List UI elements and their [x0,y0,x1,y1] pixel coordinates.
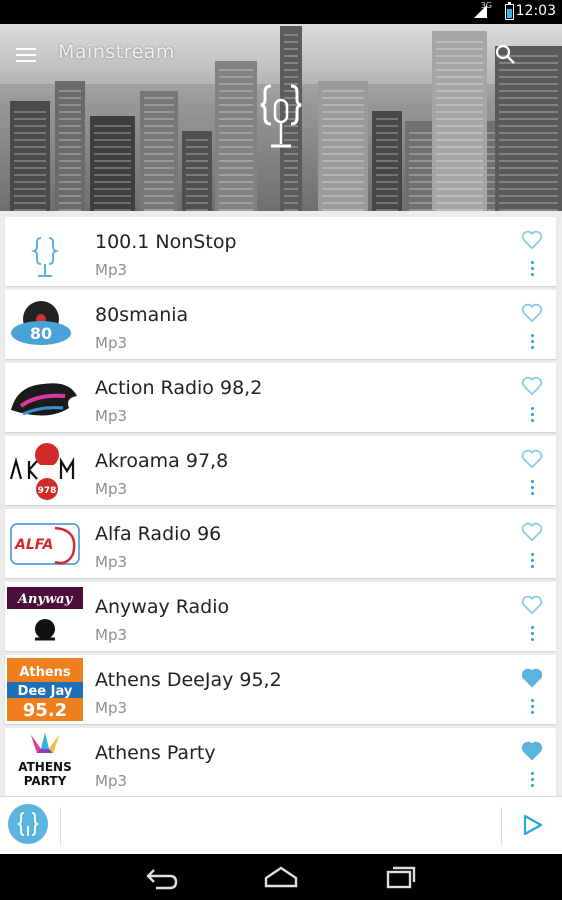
play-icon[interactable] [520,813,544,837]
station-list: 100.1 NonStop Mp3 80 80smania Mp3 Action… [0,211,562,796]
heart-outline-icon[interactable] [521,522,543,542]
page-title: Mainstream [58,41,175,63]
overflow-dots-icon[interactable] [524,553,540,573]
svg-text:80: 80 [30,324,52,343]
back-icon[interactable] [144,864,178,890]
station-row[interactable]: 80 80smania Mp3 [5,290,556,359]
heart-outline-icon[interactable] [521,449,543,469]
station-logo-akroama: 978 [7,439,83,502]
overflow-dots-icon[interactable] [524,261,540,281]
station-logo-text: ALFA [14,537,53,553]
station-logo-line-2: PARTY [24,774,67,788]
overflow-dots-icon[interactable] [524,480,540,500]
station-logo-line-3: 95.2 [23,700,67,721]
heart-filled-icon[interactable] [521,741,543,761]
station-row[interactable]: Anyway Anyway Radio Mp3 [5,582,556,651]
station-row[interactable]: 100.1 NonStop Mp3 [5,217,556,286]
home-icon[interactable] [264,864,298,890]
overflow-dots-icon[interactable] [524,772,540,792]
station-name: Alfa Radio 96 [95,523,222,545]
station-row[interactable]: 978 Akroama 97,8 Mp3 [5,436,556,505]
station-name: Athens DeeJay 95,2 [95,669,282,691]
station-row[interactable]: Athens Dee Jay 95.2 Athens DeeJay 95,2 M… [5,655,556,724]
station-logo-action-radio [7,366,83,429]
status-bar: 3G 12:03 [0,0,562,24]
overflow-dots-icon[interactable] [524,407,540,427]
menu-icon[interactable] [16,48,36,62]
station-logo-line-1: Athens [19,665,71,680]
search-icon[interactable] [494,43,516,65]
clock: 12:03 [515,3,556,19]
station-format: Mp3 [95,553,128,571]
station-logo-anyway: Anyway [7,585,83,648]
station-format: Mp3 [95,626,128,644]
signal-icon [474,5,487,18]
station-name: 80smania [95,304,189,326]
station-logo-line-1: ATHENS [18,760,71,774]
app-mic-logo [7,220,83,283]
heart-outline-icon[interactable] [521,303,543,323]
mini-player [0,796,562,854]
divider [501,807,502,845]
station-logo-line-2: Dee Jay [18,684,73,699]
battery-icon [505,2,514,20]
station-format: Mp3 [95,407,128,425]
station-logo-athens-party: ATHENS PARTY [7,731,83,794]
station-format: Mp3 [95,699,128,717]
station-format: Mp3 [95,261,128,279]
station-row[interactable]: ALFA Alfa Radio 96 Mp3 [5,509,556,578]
heart-outline-icon[interactable] [521,595,543,615]
station-name: Anyway Radio [95,596,230,618]
station-name: Athens Party [95,742,216,764]
station-logo-text: Anyway [16,592,74,607]
station-format: Mp3 [95,334,128,352]
heart-outline-icon[interactable] [521,376,543,396]
header-banner: Mainstream [0,24,562,211]
station-row[interactable]: ATHENS PARTY Athens Party Mp3 [5,728,556,796]
station-name: Action Radio 98,2 [95,377,263,399]
station-row[interactable]: Action Radio 98,2 Mp3 [5,363,556,432]
heart-outline-icon[interactable] [521,230,543,250]
heart-filled-icon[interactable] [521,668,543,688]
overflow-dots-icon[interactable] [524,334,540,354]
overflow-dots-icon[interactable] [524,699,540,719]
recents-icon[interactable] [384,864,418,890]
station-logo-athens-deejay: Athens Dee Jay 95.2 [7,658,83,721]
station-name: Akroama 97,8 [95,450,229,472]
now-playing-artwork[interactable] [8,804,48,844]
station-name: 100.1 NonStop [95,231,237,253]
divider [60,807,61,845]
station-logo-alfa: ALFA [7,512,83,575]
overflow-dots-icon[interactable] [524,626,540,646]
station-format: Mp3 [95,480,128,498]
station-logo-80smania: 80 [7,293,83,356]
station-logo-text: 978 [38,486,57,496]
app-mic-logo [260,84,302,148]
system-nav-bar [0,854,562,900]
station-format: Mp3 [95,772,128,790]
